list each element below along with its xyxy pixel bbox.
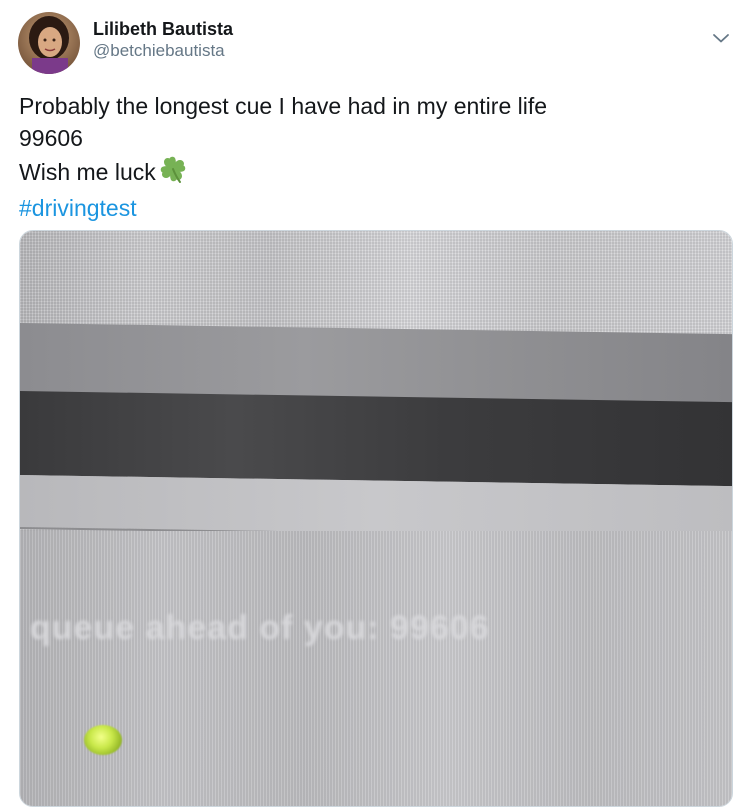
- tweet-text-line-2: 99606: [19, 124, 83, 151]
- hashtag-link[interactable]: #drivingtest: [19, 193, 719, 225]
- tweet-text-line-3: Wish me luck: [19, 154, 719, 193]
- screen-band-dark: [20, 391, 732, 487]
- tweet-header: Lilibeth Bautista @betchiebautista: [18, 12, 733, 76]
- screen-queue-text: queue ahead of you: 99606: [30, 609, 490, 647]
- four-leaf-clover-icon: [158, 154, 188, 193]
- avatar-photo: [18, 12, 80, 74]
- tweet-card: Lilibeth Bautista @betchiebautista Proba…: [0, 0, 746, 807]
- avatar[interactable]: [18, 12, 80, 74]
- display-name[interactable]: Lilibeth Bautista: [93, 18, 233, 40]
- user-handle[interactable]: @betchiebautista: [93, 40, 233, 62]
- tweet-text-line-3-label: Wish me luck: [19, 159, 156, 185]
- chevron-down-icon[interactable]: [709, 26, 733, 50]
- tweet-media-image[interactable]: queue ahead of you: 99606: [19, 230, 733, 807]
- photo-lower-area: [20, 531, 732, 806]
- green-indicator-dot: [84, 725, 122, 755]
- tweet-text: Probably the longest cue I have had in m…: [19, 91, 719, 224]
- author-names: Lilibeth Bautista @betchiebautista: [93, 18, 233, 62]
- tweet-text-line-1: Probably the longest cue I have had in m…: [19, 93, 548, 119]
